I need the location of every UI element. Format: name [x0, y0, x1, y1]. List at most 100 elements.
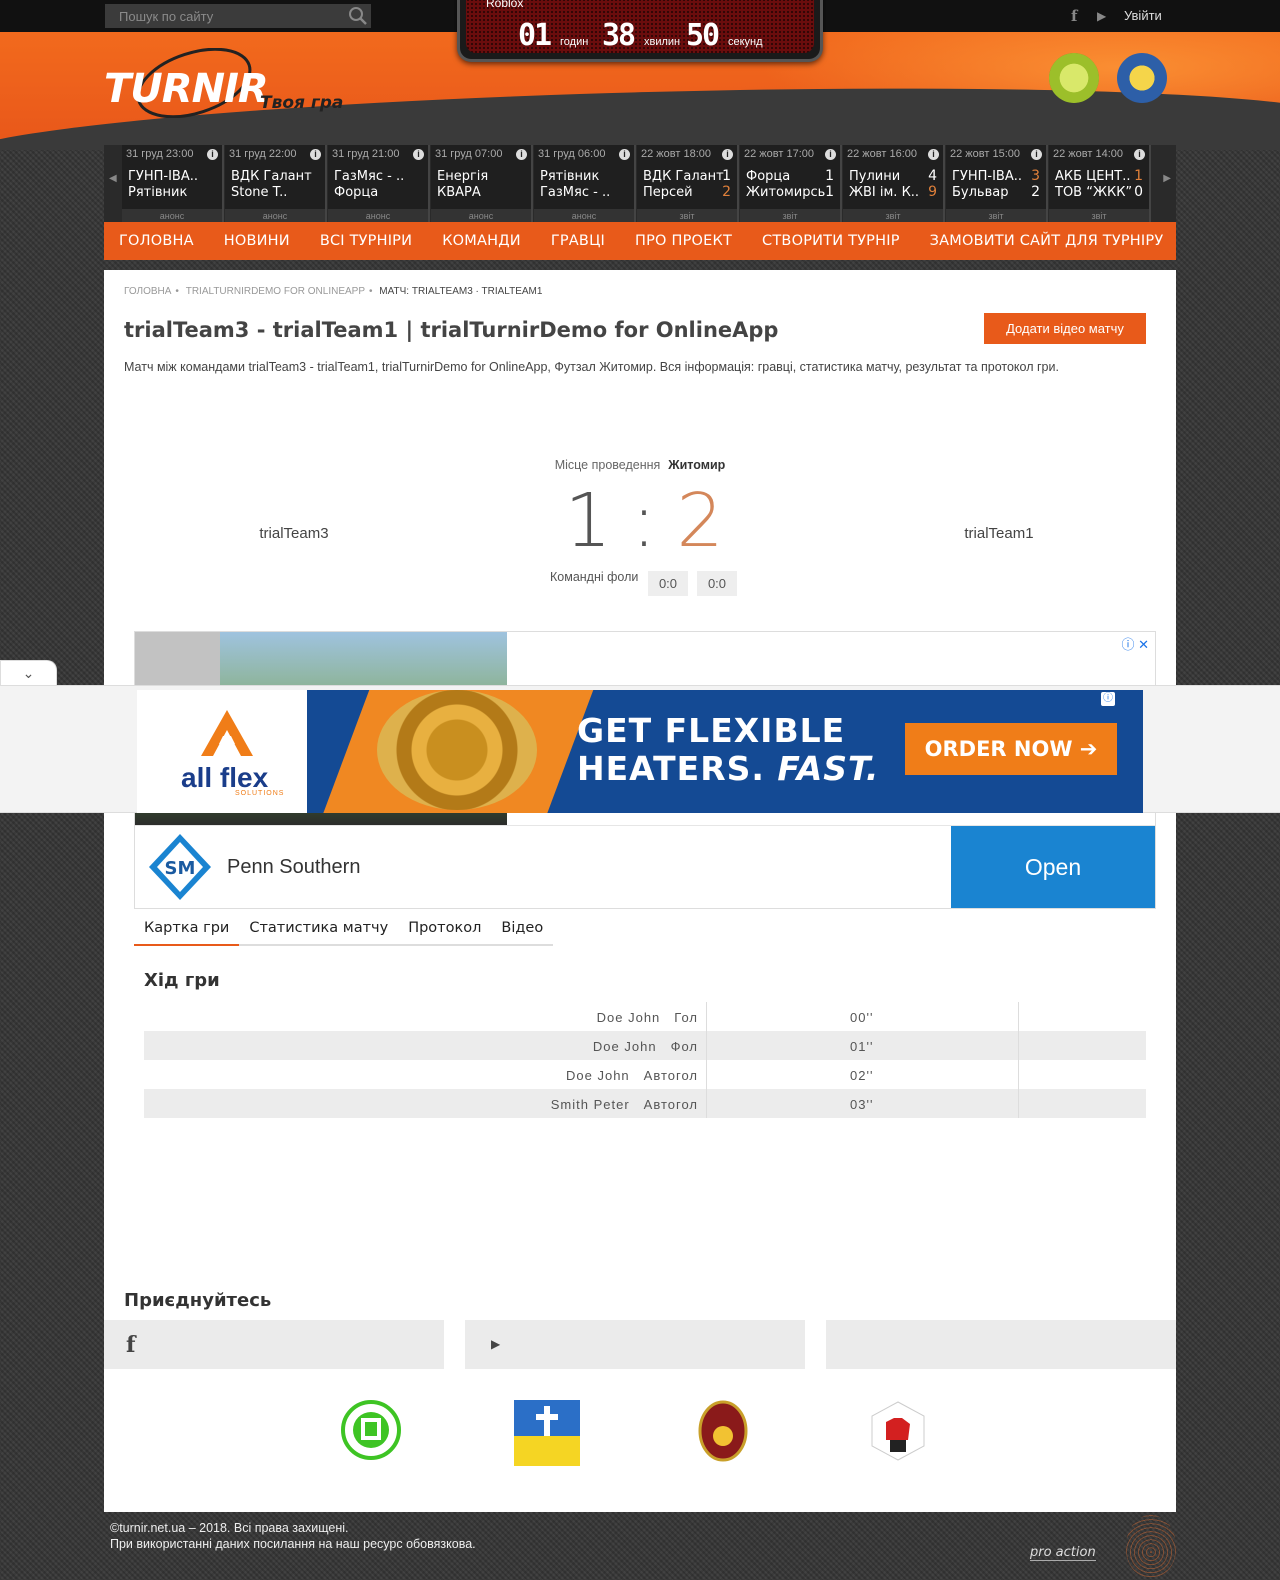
- match-away-score: 2: [1031, 184, 1040, 200]
- ad-open-button[interactable]: Open: [951, 826, 1155, 908]
- table-row: Doe John Гол 00'': [144, 1002, 1146, 1031]
- match-away-score: 9: [928, 184, 937, 200]
- match-card[interactable]: 31 груд 22:00 i ВДК Галант Stone T.. анонс: [225, 145, 327, 224]
- nav-news[interactable]: НОВИНИ: [209, 222, 305, 260]
- match-home-team: ГУНП-ІВА..: [952, 169, 1023, 184]
- info-icon[interactable]: i: [413, 149, 424, 160]
- collapse-ad-button[interactable]: ⌄: [0, 660, 57, 686]
- partner-logo-league-icon[interactable]: [514, 1400, 580, 1471]
- home-team-name[interactable]: trialTeam3: [234, 525, 354, 542]
- match-away-team: ЖВІ ім. К..: [849, 185, 920, 200]
- match-card[interactable]: 22 жовт 16:00 i Пулини ЖВІ ім. К.. 4 9 звіт: [843, 145, 945, 224]
- match-home-team: Пулини: [849, 169, 901, 184]
- match-card[interactable]: 22 жовт 17:00 i Форца Житомирсь 1 1 звіт: [740, 145, 842, 224]
- info-icon[interactable]: i: [1134, 149, 1145, 160]
- nav-tournaments[interactable]: ВСІ ТУРНІРИ: [305, 222, 427, 260]
- away-score: 2: [676, 478, 724, 564]
- banner-brand-sub: SOLUTIONS: [235, 790, 285, 797]
- tab-video[interactable]: Відео: [491, 914, 553, 946]
- youtube-icon[interactable]: ▶: [1097, 9, 1106, 23]
- footer-notice: При використанні даних посилання на наш …: [110, 1537, 476, 1551]
- info-icon[interactable]: i: [1031, 149, 1042, 160]
- facebook-widget[interactable]: f: [104, 1320, 444, 1369]
- match-date: 31 груд 21:00: [332, 148, 400, 160]
- match-date: 22 жовт 16:00: [847, 148, 917, 160]
- match-away-team: ТОВ “ЖКК”: [1055, 185, 1133, 200]
- match-home-score: 4: [928, 168, 937, 184]
- info-icon[interactable]: i: [722, 149, 733, 160]
- nav-create-tournament[interactable]: СТВОРИТИ ТУРНІР: [747, 222, 915, 260]
- match-date: 22 жовт 15:00: [950, 148, 1020, 160]
- strip-prev-icon[interactable]: ◀: [109, 173, 117, 184]
- info-icon[interactable]: i: [928, 149, 939, 160]
- ad-choices-icon[interactable]: ⓘ ✕: [1121, 634, 1149, 653]
- info-icon[interactable]: i: [619, 149, 630, 160]
- nav-home[interactable]: ГОЛОВНА: [104, 222, 209, 260]
- breadcrumb-home[interactable]: ГОЛОВНА: [124, 286, 171, 297]
- site-logo[interactable]: TURNIR Твоя гра: [104, 48, 354, 128]
- event-player[interactable]: Doe John: [566, 1068, 630, 1083]
- youtube-widget[interactable]: ▶: [465, 1320, 805, 1369]
- info-icon[interactable]: i: [207, 149, 218, 160]
- info-icon[interactable]: i: [516, 149, 527, 160]
- event-player[interactable]: Doe John: [593, 1039, 657, 1054]
- partner-logo-fist-icon[interactable]: [868, 1400, 928, 1467]
- event-type: Автогол: [643, 1097, 698, 1112]
- event-player[interactable]: Smith Peter: [551, 1097, 630, 1112]
- match-card[interactable]: 31 груд 06:00 i Рятівник ГазМяс - .. анонс: [534, 145, 636, 224]
- federation-badge-icon[interactable]: [1049, 53, 1099, 103]
- association-badge-icon[interactable]: [1117, 53, 1167, 103]
- info-icon[interactable]: i: [310, 149, 321, 160]
- match-card[interactable]: 22 жовт 15:00 i ГУНП-ІВА.. Бульвар 3 2 звіт: [946, 145, 1048, 224]
- match-home-team: ВДК Галант: [643, 169, 724, 184]
- nav-order-site[interactable]: ЗАМОВИТИ САЙТ ДЛЯ ТУРНІРУ: [915, 222, 1179, 260]
- svg-text:SM: SM: [165, 858, 196, 879]
- facebook-icon[interactable]: f: [1071, 7, 1077, 25]
- partner-logo-team-icon[interactable]: [698, 1400, 748, 1467]
- match-card[interactable]: 22 жовт 14:00 i АКБ ЦЕНТ.. ТОВ “ЖКК” 1 0 звіт: [1049, 145, 1151, 224]
- tab-protocol[interactable]: Протокол: [398, 914, 491, 946]
- table-row: Smith Peter Автогол 03'': [144, 1089, 1146, 1118]
- login-link[interactable]: Увійти: [1124, 8, 1162, 23]
- event-player[interactable]: Doe John: [597, 1010, 661, 1025]
- fingerprint-icon: [1126, 1515, 1176, 1577]
- search-input[interactable]: [105, 4, 371, 28]
- footer-copyright: ©turnir.net.ua – 2018. Всі права захищен…: [110, 1521, 349, 1535]
- social-widget-empty[interactable]: [826, 1320, 1176, 1369]
- tab-statistics[interactable]: Статистика матчу: [239, 914, 398, 946]
- away-fouls: 0:0: [697, 571, 737, 596]
- match-away-team: Форца: [334, 185, 379, 200]
- tab-game-card[interactable]: Картка гри: [134, 914, 240, 946]
- banner-headline: GET FLEXIBLE HEATERS. FAST.: [577, 711, 880, 788]
- search-icon[interactable]: [345, 4, 371, 28]
- breadcrumb: ГОЛОВНА • TRIALTURNIRDEMO FOR ONLINEAPP • …: [124, 286, 543, 297]
- partner-logo-green-icon[interactable]: [341, 1400, 401, 1465]
- order-now-button[interactable]: ORDER NOW ➔: [905, 723, 1117, 775]
- match-card[interactable]: 31 груд 07:00 i Енергія КВАРА анонс: [431, 145, 533, 224]
- add-video-button[interactable]: Додати відео матчу: [984, 313, 1146, 344]
- heater-image: [377, 690, 537, 810]
- info-icon[interactable]: i: [825, 149, 836, 160]
- event-type: Автогол: [643, 1068, 698, 1083]
- sticky-banner-ad[interactable]: all flex SOLUTIONS GET FLEXIBLE HEATERS.…: [137, 690, 1143, 813]
- match-away-team: ГазМяс - ..: [540, 185, 611, 200]
- advertiser-name[interactable]: Penn Southern: [227, 856, 360, 879]
- match-card[interactable]: 22 жовт 18:00 i ВДК Галант Персей 1 2 звіт: [637, 145, 739, 224]
- away-team-name[interactable]: trialTeam1: [939, 525, 1059, 542]
- match-away-team: Бульвар: [952, 185, 1009, 200]
- strip-next-icon[interactable]: ▶: [1163, 173, 1171, 184]
- match-card[interactable]: 31 груд 23:00 i ГУНП-ІВА.. Рятівник анонс: [122, 145, 224, 224]
- match-date: 31 груд 07:00: [435, 148, 503, 160]
- nav-teams[interactable]: КОМАНДИ: [427, 222, 536, 260]
- developer-credit[interactable]: pro action: [1030, 1545, 1096, 1561]
- venue-label: Місце проведення: [554, 458, 661, 472]
- breadcrumb-tournament[interactable]: TRIALTURNIRDEMO FOR ONLINEAPP: [186, 286, 365, 297]
- match-tabs: Картка гри Статистика матчу Протокол Від…: [134, 914, 554, 946]
- play-icon: ▶: [491, 1337, 501, 1351]
- nav-players[interactable]: ГРАВЦІ: [536, 222, 620, 260]
- match-home-score: 1: [722, 168, 731, 184]
- nav-about[interactable]: ПРО ПРОЕКТ: [620, 222, 747, 260]
- match-card[interactable]: 31 груд 21:00 i ГазМяс - .. Форца анонс: [328, 145, 430, 224]
- ad-info-icon[interactable]: ⓘ: [1101, 692, 1115, 706]
- match-home-team: ВДК Галант: [231, 169, 312, 184]
